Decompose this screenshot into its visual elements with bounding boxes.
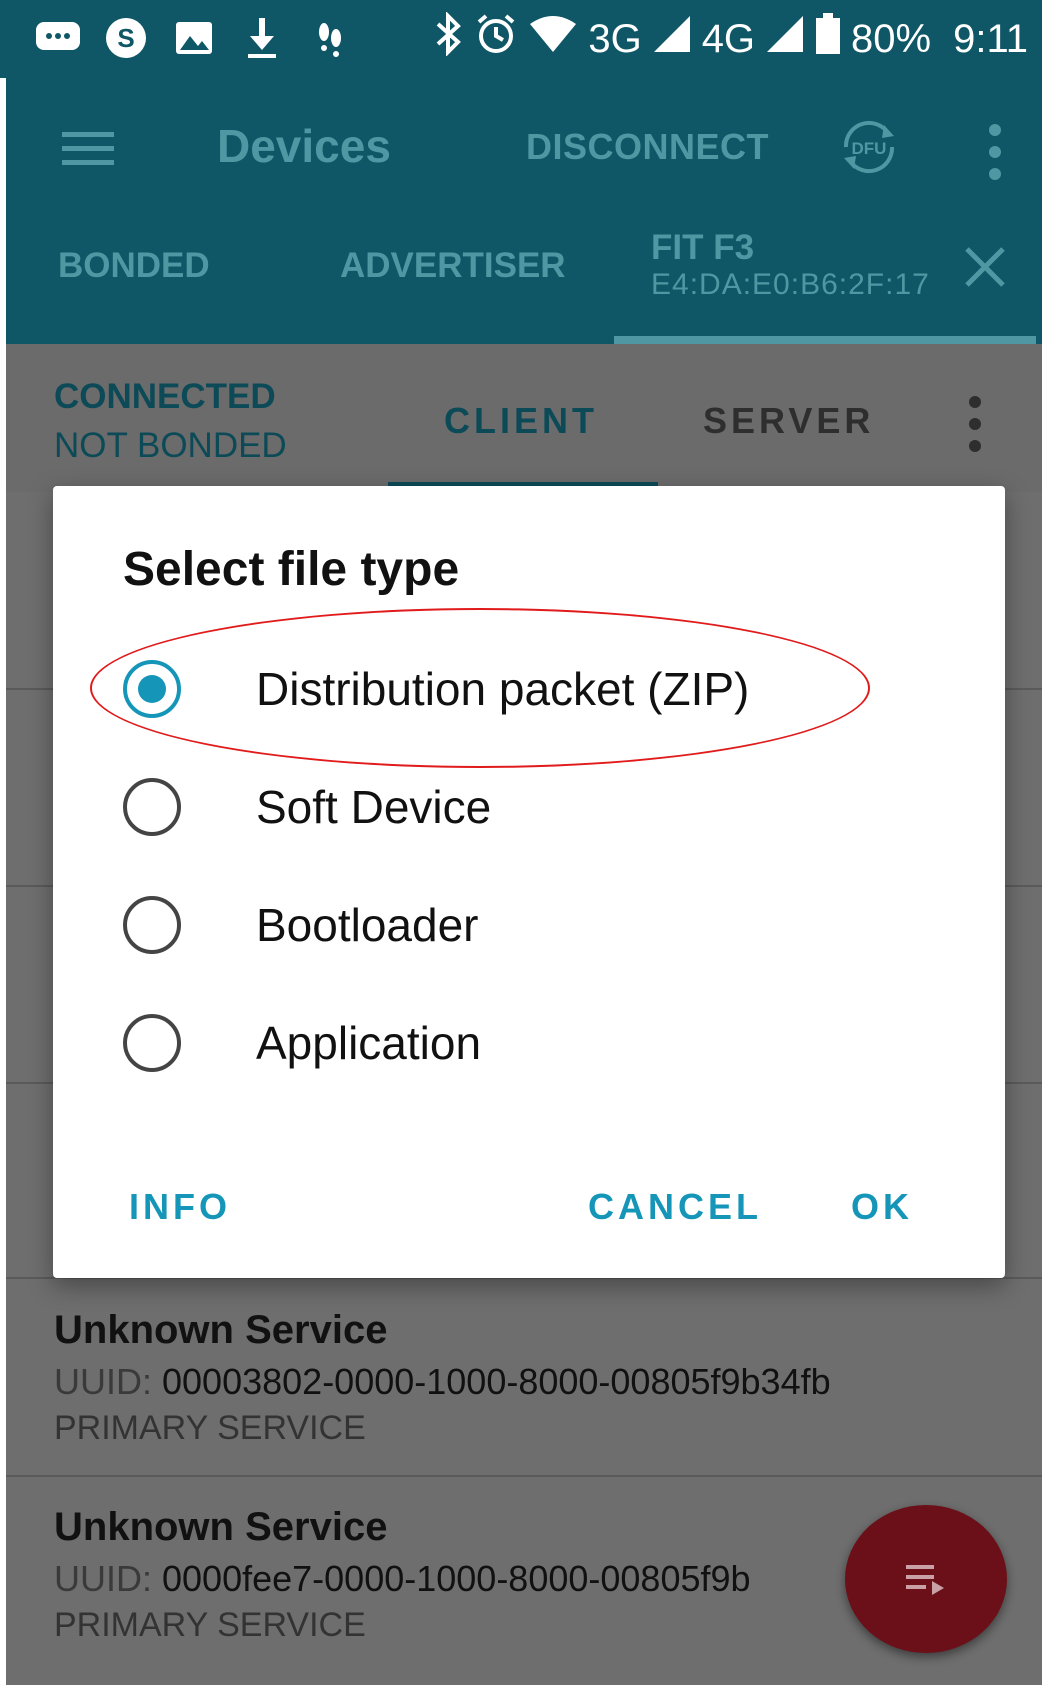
radio-unchecked-icon[interactable]	[123, 896, 181, 954]
network-3g-label: 3G	[588, 16, 642, 61]
list-item[interactable]: Unknown Service UUID: 00003802-0000-1000…	[54, 1308, 831, 1448]
option-distribution-packet[interactable]: Distribution packet (ZIP)	[123, 634, 943, 744]
wifi-icon	[528, 14, 578, 64]
message-icon	[34, 14, 82, 62]
close-tab-icon[interactable]	[962, 244, 1008, 290]
bond-state: NOT BONDED	[54, 426, 287, 465]
service-name: Unknown Service	[54, 1308, 388, 1352]
radio-unchecked-icon[interactable]	[123, 778, 181, 836]
ok-button[interactable]: OK	[851, 1186, 913, 1228]
clock: 9:11	[953, 16, 1028, 61]
skype-icon: S	[102, 14, 150, 62]
tab-advertiser[interactable]: ADVERTISER	[340, 246, 566, 286]
connection-state: CONNECTED	[54, 377, 276, 416]
uuid-value: 0000fee7-0000-1000-8000-00805f9b	[162, 1558, 751, 1599]
menu-icon[interactable]	[58, 124, 118, 174]
radio-checked-icon[interactable]	[123, 660, 181, 718]
option-bootloader[interactable]: Bootloader	[123, 870, 943, 980]
option-application[interactable]: Application	[123, 988, 943, 1098]
steps-icon	[306, 14, 354, 62]
divider	[6, 1475, 1042, 1477]
signal-icon	[652, 14, 692, 64]
bluetooth-icon	[434, 11, 464, 66]
service-uuid: UUID: 0000fee7-0000-1000-8000-00805f9b	[54, 1558, 751, 1600]
service-uuid: UUID: 00003802-0000-1000-8000-00805f9b34…	[54, 1361, 831, 1403]
dfu-label: DFU	[852, 139, 887, 158]
alarm-icon	[474, 12, 518, 66]
battery-percent: 80%	[851, 16, 932, 61]
service-type: PRIMARY SERVICE	[54, 1409, 366, 1447]
list-item[interactable]: Unknown Service UUID: 0000fee7-0000-1000…	[54, 1505, 751, 1645]
playlist-icon	[906, 1565, 944, 1595]
status-bar: S 3G 4G 80% 9:11	[0, 0, 1042, 78]
option-label: Application	[256, 1017, 482, 1069]
tab-device-address: E4:DA:E0:B6:2F:17	[651, 268, 930, 301]
download-icon	[238, 14, 286, 62]
option-label: Bootloader	[256, 899, 479, 951]
uuid-label: UUID:	[54, 1558, 152, 1599]
cancel-button[interactable]: CANCEL	[588, 1186, 762, 1228]
signal-icon	[765, 14, 805, 64]
more-options-icon[interactable]	[966, 394, 984, 454]
radio-unchecked-icon[interactable]	[123, 1014, 181, 1072]
image-icon	[170, 14, 218, 62]
info-button[interactable]: INFO	[129, 1186, 231, 1228]
tab-client[interactable]: CLIENT	[444, 400, 598, 442]
network-4g-label: 4G	[701, 16, 756, 61]
uuid-label: UUID:	[54, 1361, 152, 1402]
page-title: Devices	[217, 120, 391, 172]
tab-indicator	[614, 336, 1036, 344]
tab-device-name[interactable]: FIT F3	[651, 228, 754, 268]
option-soft-device[interactable]: Soft Device	[123, 752, 943, 862]
tab-bonded[interactable]: BONDED	[58, 246, 210, 286]
disconnect-button[interactable]: DISCONNECT	[526, 126, 769, 168]
select-file-type-dialog: Select file type Distribution packet (ZI…	[53, 486, 1005, 1278]
app-bar: Devices DISCONNECT DFU BONDED ADVERTISER…	[6, 78, 1042, 344]
dfu-icon[interactable]: DFU	[836, 114, 902, 180]
battery-icon	[815, 13, 841, 65]
option-label: Soft Device	[256, 781, 492, 833]
tab-server[interactable]: SERVER	[703, 400, 874, 442]
service-type: PRIMARY SERVICE	[54, 1606, 366, 1644]
log-fab-button[interactable]	[845, 1505, 1007, 1653]
dialog-title: Select file type	[123, 543, 460, 596]
uuid-value: 00003802-0000-1000-8000-00805f9b34fb	[162, 1361, 831, 1402]
option-label: Distribution packet (ZIP)	[256, 663, 750, 715]
service-name: Unknown Service	[54, 1505, 388, 1549]
device-header: CONNECTED NOT BONDED CLIENT SERVER	[6, 344, 1042, 492]
more-options-icon[interactable]	[986, 120, 1004, 184]
svg-text:S: S	[117, 23, 134, 53]
